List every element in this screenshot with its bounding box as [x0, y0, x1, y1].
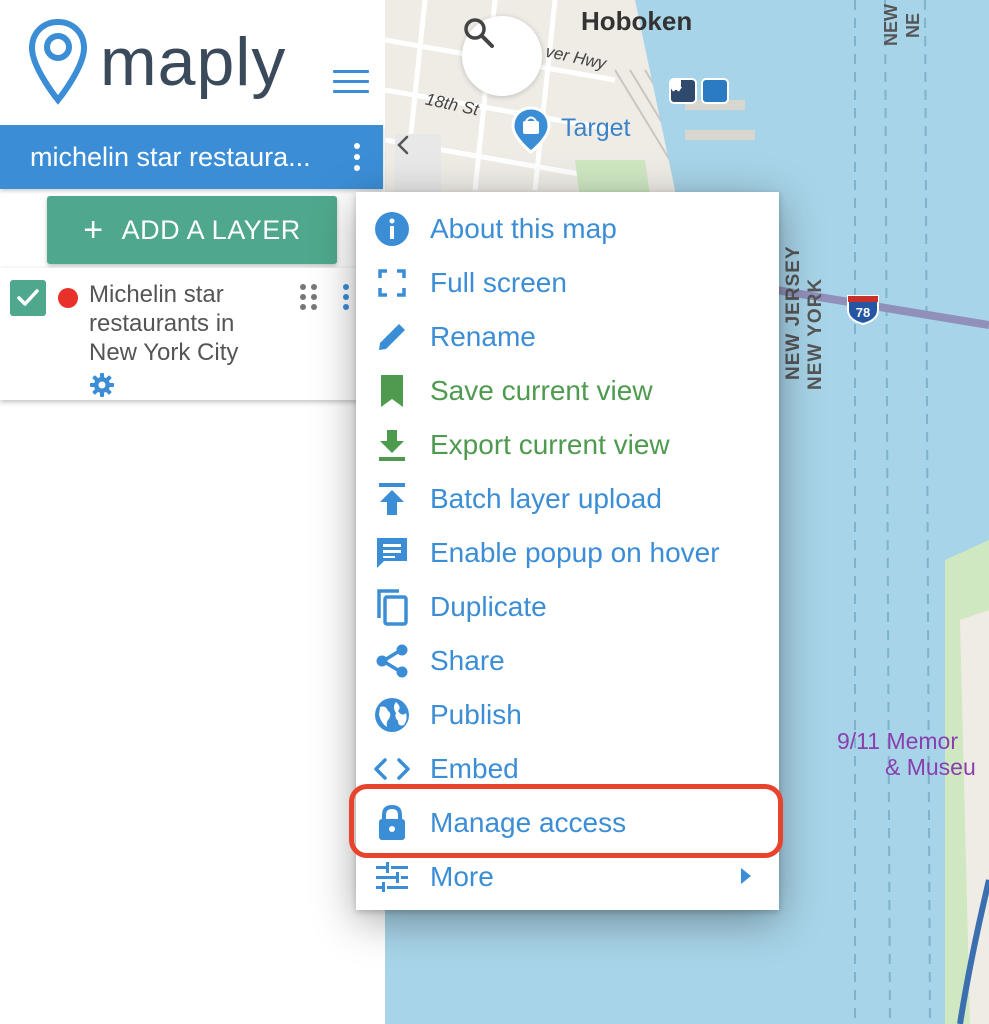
map-search-button[interactable]	[462, 16, 542, 96]
menu-item-embed[interactable]: Embed	[356, 742, 779, 796]
layer-item[interactable]: Michelin star restaurants in New York Ci…	[0, 268, 370, 400]
menu-item-label: Duplicate	[430, 591, 547, 622]
hamburger-menu-button[interactable]	[333, 70, 369, 96]
pencil-icon	[372, 317, 412, 357]
menu-item-about[interactable]: About this map	[356, 202, 779, 256]
map-title-bar[interactable]: michelin star restaura...	[0, 125, 383, 189]
info-icon	[372, 209, 412, 249]
menu-item-label: Batch layer upload	[430, 483, 662, 514]
map-options-menu: About this map Full screen Rename Save c…	[356, 192, 779, 910]
sidebar: maply michelin star restaura... + ADD A …	[0, 0, 385, 1024]
menu-item-rename[interactable]: Rename	[356, 310, 779, 364]
app-logo[interactable]: maply	[28, 18, 286, 106]
menu-item-duplicate[interactable]: Duplicate	[356, 580, 779, 634]
copy-icon	[372, 587, 412, 627]
menu-item-more[interactable]: More	[356, 850, 779, 904]
map-label-museum[interactable]: & Museu	[885, 754, 976, 781]
sliders-icon	[372, 857, 412, 897]
layer-settings-gear-icon[interactable]	[89, 372, 115, 403]
map-label-target[interactable]: Target	[561, 114, 630, 143]
menu-item-label: Share	[430, 645, 505, 676]
share-icon	[372, 641, 412, 681]
add-layer-label: ADD A LAYER	[121, 214, 301, 245]
submenu-arrow-icon	[741, 868, 751, 884]
map-label-hoboken: Hoboken	[581, 6, 693, 36]
search-icon	[464, 18, 494, 48]
layer-visibility-checkbox[interactable]	[10, 280, 46, 316]
checkmark-icon	[17, 289, 39, 306]
menu-item-label: Export current view	[430, 429, 670, 460]
layer-options-kebab-icon[interactable]	[343, 284, 349, 310]
menu-item-save-view[interactable]: Save current view	[356, 364, 779, 418]
menu-item-full-screen[interactable]: Full screen	[356, 256, 779, 310]
code-icon	[372, 749, 412, 789]
menu-item-popup-hover[interactable]: Enable popup on hover	[356, 526, 779, 580]
ferry-icon	[670, 78, 729, 104]
drag-handle-icon[interactable]	[300, 284, 317, 310]
upload-icon	[372, 479, 412, 519]
comment-icon	[372, 533, 412, 573]
menu-item-label: Manage access	[430, 807, 627, 838]
menu-item-label: About this map	[430, 213, 617, 244]
app-logo-text: maply	[100, 24, 287, 100]
menu-item-label: Rename	[430, 321, 536, 352]
fullscreen-icon	[372, 263, 412, 303]
map-pin-logo-icon	[28, 18, 88, 105]
map-options-kebab-icon[interactable]	[342, 137, 372, 177]
map-label-new-york: NEW YORK	[805, 277, 826, 390]
menu-item-label: Embed	[430, 753, 519, 784]
layer-name[interactable]: Michelin star restaurants in New York Ci…	[89, 280, 289, 367]
menu-item-publish[interactable]: Publish	[356, 688, 779, 742]
route-number: 78	[856, 305, 870, 320]
download-icon	[372, 425, 412, 465]
bookmark-icon	[372, 371, 412, 411]
map-label-memorial[interactable]: 9/11 Memor	[837, 728, 958, 755]
menu-item-batch-upload[interactable]: Batch layer upload	[356, 472, 779, 526]
add-layer-button[interactable]: + ADD A LAYER	[47, 196, 337, 264]
transit-icons	[669, 78, 729, 104]
map-label-new-jersey: NEW JERSEY	[783, 245, 804, 380]
menu-item-export-view[interactable]: Export current view	[356, 418, 779, 472]
map-title[interactable]: michelin star restaura...	[30, 142, 342, 173]
layer-color-dot	[58, 288, 78, 308]
menu-item-label: More	[430, 861, 494, 892]
menu-item-label: Save current view	[430, 375, 653, 406]
lock-icon	[372, 803, 412, 843]
globe-icon	[372, 695, 412, 735]
map-label-state-top-ny: NE	[903, 12, 923, 38]
menu-item-label: Publish	[430, 699, 522, 730]
chevron-left-icon	[397, 135, 409, 155]
menu-item-share[interactable]: Share	[356, 634, 779, 688]
menu-item-manage-access[interactable]: Manage access	[356, 796, 779, 850]
menu-item-label: Full screen	[430, 267, 567, 298]
map-label-state-top-nj: NEW	[881, 4, 901, 46]
plus-icon: +	[83, 211, 104, 249]
menu-item-label: Enable popup on hover	[430, 537, 720, 568]
